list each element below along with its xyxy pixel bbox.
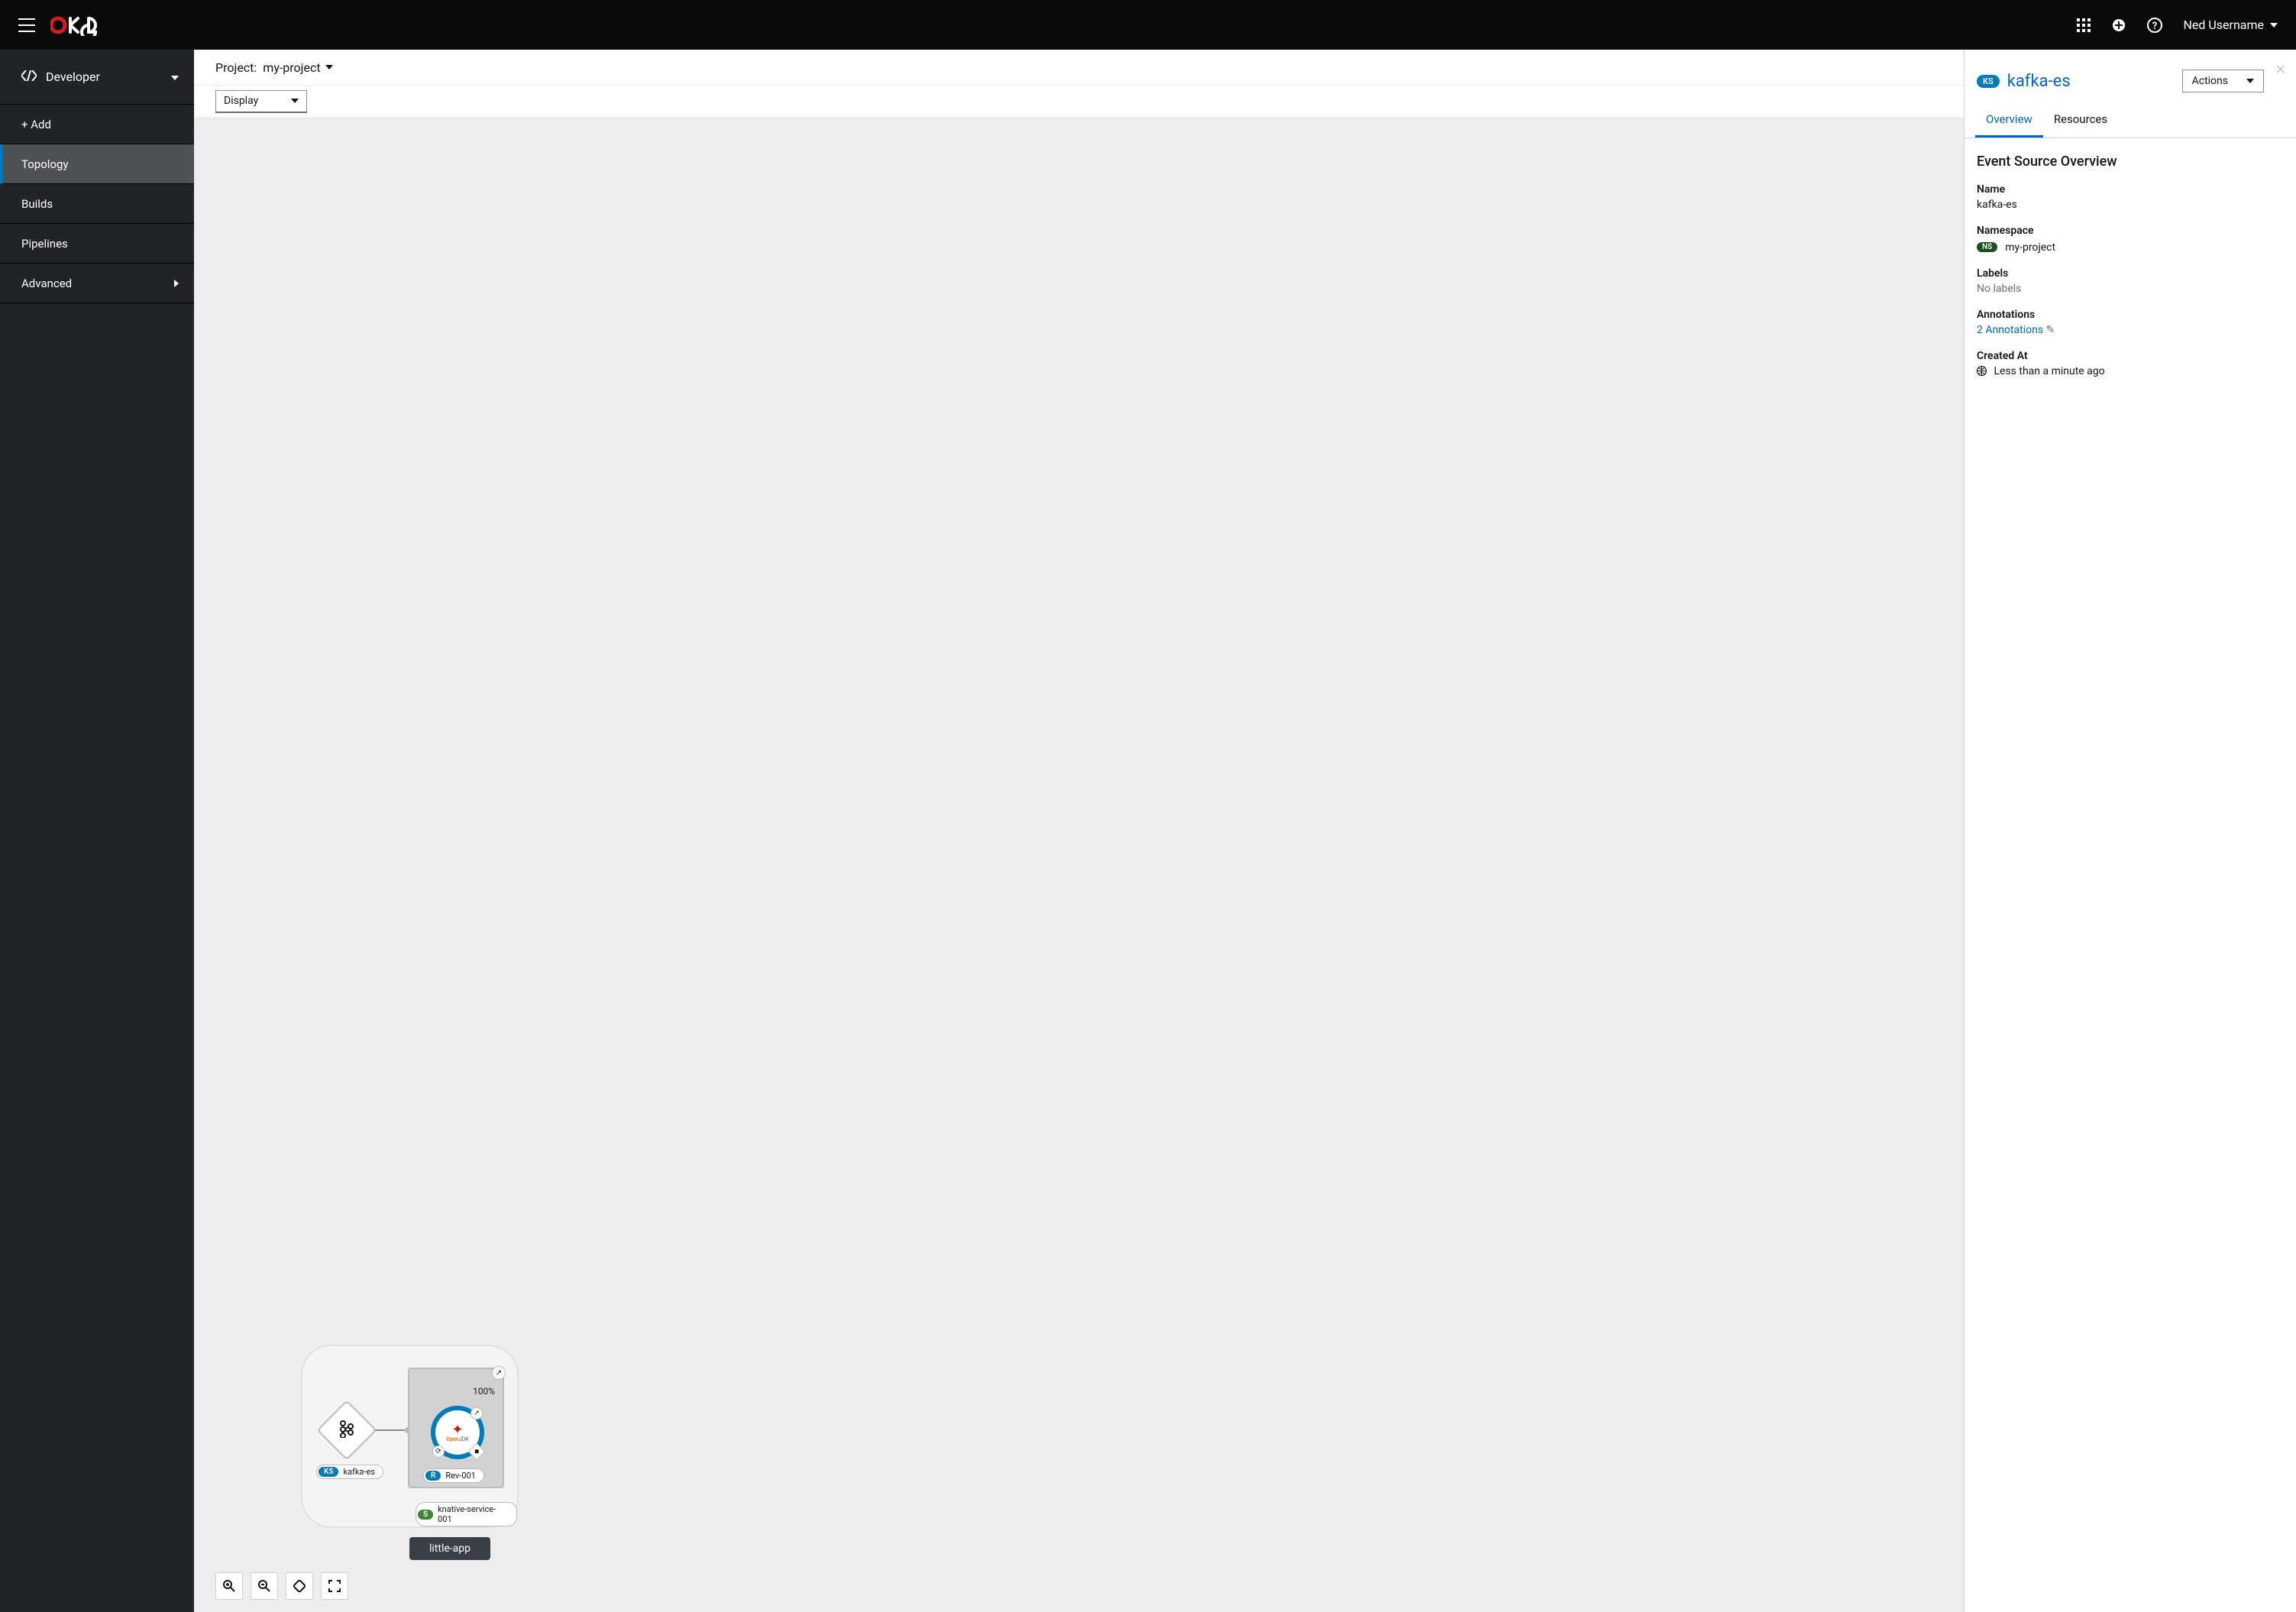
panel-body: Event Source Overview Name kafka-es Name… — [1965, 138, 2296, 406]
sidebar-item-builds[interactable]: Builds — [0, 184, 194, 224]
field-name-label: Name — [1977, 183, 2284, 196]
project-label: Project: — [215, 60, 257, 75]
chevron-right-icon — [174, 277, 179, 290]
display-dropdown[interactable]: Display — [215, 90, 307, 113]
tab-resources[interactable]: Resources — [2043, 105, 2118, 138]
close-panel-button[interactable]: × — [2275, 57, 2285, 79]
kafka-source-label[interactable]: KS kafka-es — [316, 1465, 383, 1479]
openjdk-icon: ✦ OpenJDK — [446, 1423, 468, 1442]
git-icon[interactable]: ◆ — [468, 1443, 486, 1461]
help-icon[interactable]: ? — [2147, 18, 2162, 33]
details-panel: × KS kafka-es Actions Overview Resources… — [1964, 50, 2296, 1612]
caret-down-icon — [2270, 23, 2278, 28]
topology-canvas[interactable]: KS kafka-es ↗ 100% ✦ OpenJDK — [194, 117, 1964, 1612]
sidebar-item-advanced[interactable]: Advanced — [0, 264, 194, 303]
perspective-switcher[interactable]: Developer — [0, 50, 194, 105]
panel-tabs: Overview Resources — [1965, 105, 2296, 138]
reset-view-button[interactable] — [321, 1572, 348, 1600]
caret-down-icon[interactable] — [325, 65, 333, 70]
app-launcher-icon[interactable] — [2077, 18, 2091, 32]
main-content: Project: my-project Display — [194, 50, 1964, 1612]
sidebar: Developer + Add Topology Builds Pipeline… — [0, 50, 194, 1612]
namespace-badge: NS — [1977, 242, 1997, 252]
svg-text:?: ? — [2152, 21, 2156, 32]
masthead: ? Ned Username — [0, 0, 2296, 50]
project-bar: Project: my-project — [194, 50, 1964, 85]
open-url-icon[interactable]: ↗ — [471, 1407, 483, 1419]
panel-title[interactable]: kafka-es — [2007, 72, 2182, 91]
field-labels-label: Labels — [1977, 267, 2284, 280]
field-annotations-label: Annotations — [1977, 309, 2284, 321]
resource-badge: KS — [1977, 75, 2000, 88]
field-name-value: kafka-es — [1977, 199, 2284, 211]
sidebar-item-add[interactable]: + Add — [0, 105, 194, 144]
build-status-icon[interactable]: ⟳ — [432, 1445, 445, 1458]
open-url-icon[interactable]: ↗ — [492, 1366, 506, 1380]
revision-node[interactable]: ✦ OpenJDK ↗ ⟳ ◆ — [431, 1406, 484, 1459]
user-menu[interactable]: Ned Username — [2184, 18, 2278, 32]
field-created-label: Created At — [1977, 350, 2284, 362]
panel-heading: Event Source Overview — [1977, 154, 2284, 170]
user-name: Ned Username — [2184, 18, 2264, 32]
field-namespace-label: Namespace — [1977, 225, 2284, 237]
actions-dropdown[interactable]: Actions — [2182, 70, 2264, 92]
knative-service-node[interactable]: ↗ 100% ✦ OpenJDK ↗ ⟳ ◆ — [408, 1368, 504, 1488]
traffic-percent: 100% — [473, 1386, 495, 1397]
zoom-out-button[interactable] — [251, 1572, 278, 1600]
sidebar-item-pipelines[interactable]: Pipelines — [0, 224, 194, 264]
zoom-controls — [215, 1572, 348, 1600]
field-created-value: Less than a minute ago — [1994, 365, 2104, 377]
app-group[interactable]: KS kafka-es ↗ 100% ✦ OpenJDK — [301, 1345, 519, 1528]
app-group-label[interactable]: little-app — [409, 1537, 490, 1560]
project-name[interactable]: my-project — [263, 60, 320, 75]
caret-down-icon — [291, 99, 299, 103]
field-namespace-value[interactable]: my-project — [2005, 241, 2055, 254]
caret-down-icon — [2246, 79, 2254, 83]
add-icon[interactable] — [2112, 18, 2126, 32]
fit-to-screen-button[interactable] — [286, 1572, 313, 1600]
globe-icon — [1977, 365, 1989, 377]
knative-service-label[interactable]: S knative-service-001 — [416, 1502, 517, 1526]
zoom-in-button[interactable] — [215, 1572, 243, 1600]
tab-overview[interactable]: Overview — [1975, 105, 2043, 138]
brand-logo — [50, 15, 99, 36]
kafka-icon — [338, 1419, 356, 1441]
sidebar-item-topology[interactable]: Topology — [0, 144, 194, 184]
perspective-label: Developer — [46, 70, 171, 84]
field-labels-value: No labels — [1977, 283, 2284, 295]
nav-toggle-button[interactable] — [18, 18, 35, 32]
code-icon — [21, 70, 37, 84]
caret-down-icon — [171, 71, 179, 83]
display-bar: Display — [194, 85, 1964, 117]
edit-icon[interactable]: ✎ — [2046, 324, 2055, 336]
annotations-link[interactable]: 2 Annotations — [1977, 324, 2043, 336]
kafka-source-node[interactable] — [325, 1409, 368, 1452]
revision-label[interactable]: R Rev-001 — [423, 1468, 484, 1483]
